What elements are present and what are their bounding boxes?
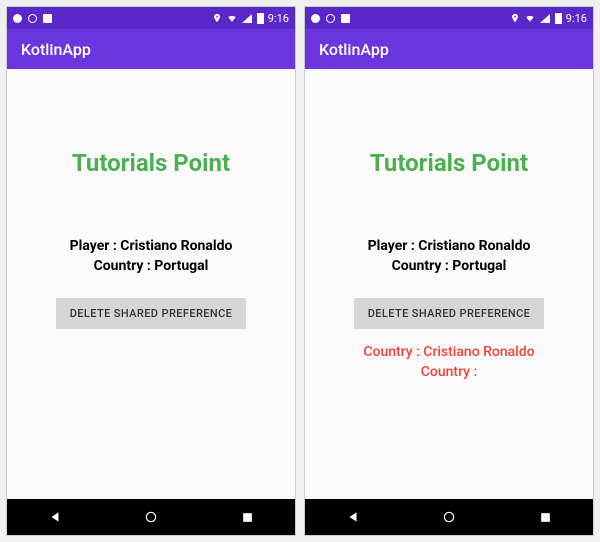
nav-bar bbox=[7, 499, 295, 535]
page-title: Tutorials Point bbox=[72, 149, 230, 177]
app-bar: KotlinApp bbox=[7, 29, 295, 69]
app-title: KotlinApp bbox=[21, 40, 91, 59]
signal-icon bbox=[540, 14, 550, 23]
delete-preference-button[interactable]: DELETE SHARED PREFERENCE bbox=[354, 298, 545, 329]
nav-bar bbox=[305, 499, 593, 535]
country-text: Country : Portugal bbox=[94, 257, 209, 277]
result-line-2: Country : bbox=[363, 363, 534, 383]
delete-preference-button[interactable]: DELETE SHARED PREFERENCE bbox=[56, 298, 247, 329]
player-text: Player : Cristiano Ronaldo bbox=[70, 237, 233, 257]
status-circle-icon bbox=[28, 14, 37, 23]
player-text: Player : Cristiano Ronaldo bbox=[368, 237, 531, 257]
wifi-icon bbox=[524, 13, 536, 23]
country-text: Country : Portugal bbox=[392, 257, 507, 277]
battery-icon bbox=[555, 13, 562, 24]
content-area: Tutorials Point Player : Cristiano Ronal… bbox=[305, 69, 593, 499]
result-text: Country : Cristiano Ronaldo Country : bbox=[363, 343, 534, 382]
nav-back-icon[interactable] bbox=[48, 510, 62, 524]
status-bar: 9:16 bbox=[7, 7, 295, 29]
nav-back-icon[interactable] bbox=[346, 510, 360, 524]
nav-recent-icon[interactable] bbox=[539, 511, 552, 524]
nav-home-icon[interactable] bbox=[144, 510, 158, 524]
location-icon bbox=[510, 13, 520, 23]
status-time: 9:16 bbox=[566, 12, 587, 25]
nav-home-icon[interactable] bbox=[442, 510, 456, 524]
status-bar: 9:16 bbox=[305, 7, 593, 29]
location-icon bbox=[212, 13, 222, 23]
signal-icon bbox=[242, 14, 252, 23]
battery-icon bbox=[257, 13, 264, 24]
status-time: 9:16 bbox=[268, 12, 289, 25]
status-square-icon bbox=[43, 14, 52, 23]
status-square-icon bbox=[341, 14, 350, 23]
app-title: KotlinApp bbox=[319, 40, 389, 59]
content-area: Tutorials Point Player : Cristiano Ronal… bbox=[7, 69, 295, 499]
result-line-1: Country : Cristiano Ronaldo bbox=[363, 343, 534, 363]
page-title: Tutorials Point bbox=[370, 149, 528, 177]
status-circle-icon bbox=[326, 14, 335, 23]
phone-before: 9:16 KotlinApp Tutorials Point Player : … bbox=[6, 6, 296, 536]
phone-after: 9:16 KotlinApp Tutorials Point Player : … bbox=[304, 6, 594, 536]
app-bar: KotlinApp bbox=[305, 29, 593, 69]
status-dot-icon bbox=[311, 14, 320, 23]
status-dot-icon bbox=[13, 14, 22, 23]
wifi-icon bbox=[226, 13, 238, 23]
nav-recent-icon[interactable] bbox=[241, 511, 254, 524]
